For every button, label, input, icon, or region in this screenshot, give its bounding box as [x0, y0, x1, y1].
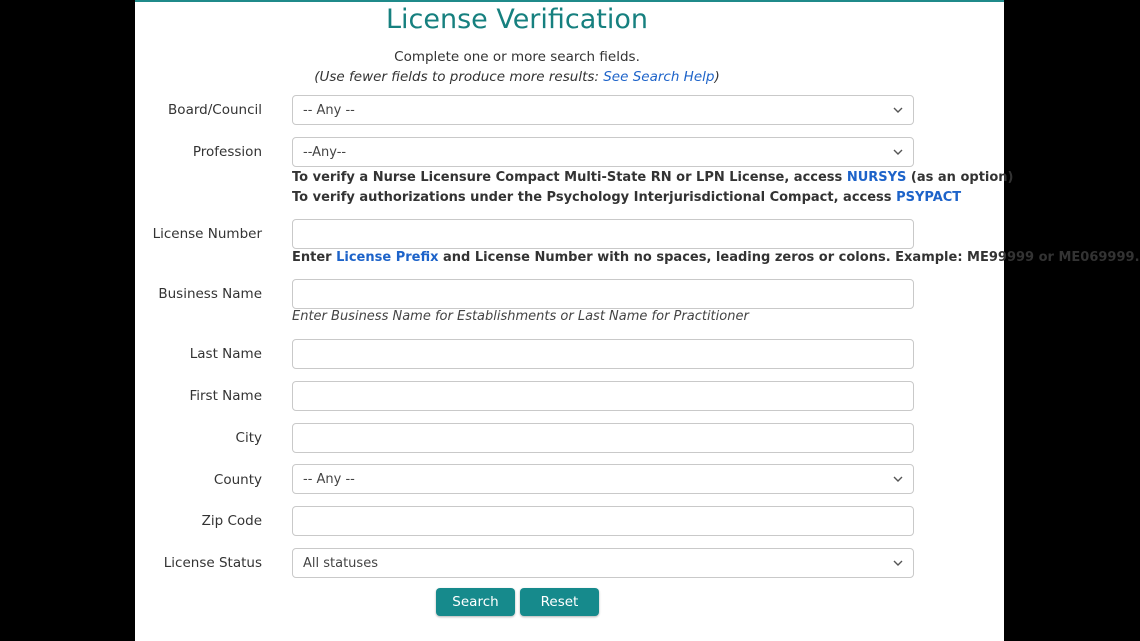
board-select[interactable]: -- Any -- [292, 95, 914, 125]
nursys-note: To verify a Nurse Licensure Compact Mult… [292, 170, 1014, 185]
board-select-value: -- Any -- [303, 102, 355, 118]
psypact-note-prefix: To verify authorizations under the Psych… [292, 190, 897, 205]
search-hint-prefix: (Use fewer fields to produce more result… [314, 69, 604, 85]
chevron-down-icon [893, 149, 903, 155]
profession-label: Profession [192, 144, 262, 160]
license-note-suffix: and License Number with no spaces, leadi… [438, 250, 1140, 265]
county-select-value: -- Any -- [303, 471, 355, 487]
license-note-prefix: Enter [292, 250, 337, 265]
board-label: Board/Council [168, 102, 262, 118]
business-name-note: Enter Business Name for Establishments o… [292, 309, 749, 324]
psypact-note: To verify authorizations under the Psych… [292, 190, 961, 205]
page-title: License Verification [385, 4, 649, 35]
search-help-link[interactable]: See Search Help [603, 69, 714, 85]
license-number-note: Enter License Prefix and License Number … [292, 250, 1140, 265]
profession-select[interactable]: --Any-- [292, 137, 914, 167]
nursys-link[interactable]: NURSYS [847, 170, 907, 185]
city-label: City [235, 430, 262, 446]
city-input[interactable] [292, 423, 914, 453]
county-label: County [213, 472, 262, 488]
license-status-select-value: All statuses [303, 555, 378, 571]
chevron-down-icon [893, 476, 903, 482]
license-status-select[interactable]: All statuses [292, 548, 914, 578]
last-name-label: Last Name [189, 346, 262, 362]
chevron-down-icon [893, 560, 903, 566]
license-number-input[interactable] [292, 219, 914, 249]
search-hint-suffix: ) [714, 69, 720, 85]
instructions: Complete one or more search fields. [394, 49, 640, 65]
business-name-label: Business Name [158, 286, 262, 302]
business-name-input[interactable] [292, 279, 914, 309]
search-button[interactable]: Search [436, 588, 515, 616]
license-prefix-link[interactable]: License Prefix [336, 250, 438, 265]
chevron-down-icon [893, 107, 903, 113]
last-name-input[interactable] [292, 339, 914, 369]
nursys-note-suffix: (as an option) [906, 170, 1014, 185]
psypact-link[interactable]: PSYPACT [896, 190, 961, 205]
first-name-input[interactable] [292, 381, 914, 411]
zip-code-label: Zip Code [201, 513, 262, 529]
license-verification-page: License Verification Complete one or mor… [135, 0, 1140, 641]
license-number-label: License Number [152, 226, 262, 242]
reset-button[interactable]: Reset [520, 588, 599, 616]
nursys-note-prefix: To verify a Nurse Licensure Compact Mult… [292, 170, 847, 185]
license-status-label: License Status [163, 555, 262, 571]
profession-select-value: --Any-- [303, 144, 347, 160]
search-hint: (Use fewer fields to produce more result… [135, 69, 899, 85]
zip-code-input[interactable] [292, 506, 914, 536]
first-name-label: First Name [189, 388, 262, 404]
county-select[interactable]: -- Any -- [292, 464, 914, 494]
